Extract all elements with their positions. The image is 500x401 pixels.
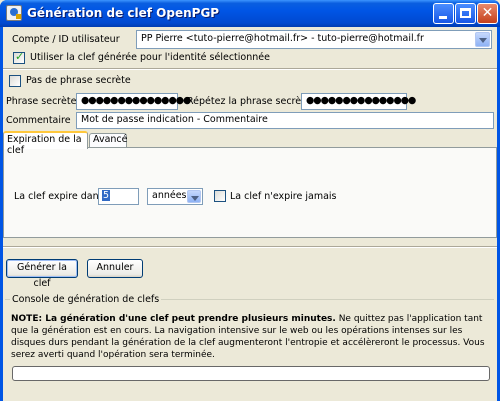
generation-progress-bar: [12, 366, 490, 381]
expiry-unit-select[interactable]: années: [147, 188, 203, 205]
use-key-label: Utiliser la clef générée pour l'identité…: [30, 52, 270, 63]
maximize-icon: [460, 8, 471, 18]
openpgp-app-icon: [6, 5, 22, 21]
repeat-passphrase-label: Répétez la phrase secrète: [187, 96, 311, 107]
console-label: Console de génération de clefs: [10, 294, 162, 305]
no-passphrase-checkbox[interactable]: [9, 75, 21, 87]
repeat-passphrase-input[interactable]: ●●●●●●●●●●●●●●●: [301, 93, 416, 110]
chevron-down-icon[interactable]: [187, 190, 201, 203]
window: Génération de clef OpenPGP ✕ Compte / ID…: [0, 0, 500, 401]
account-select-value: PP Pierre <tuto-pierre@hotmail.fr> - tut…: [141, 33, 424, 44]
minimize-button[interactable]: [433, 3, 454, 24]
passphrase-value: ●●●●●●●●●●●●●●●: [81, 95, 191, 106]
console-note-bold: NOTE: La génération d'une clef peut pren…: [11, 314, 336, 324]
tab-expiration[interactable]: Expiration de la clef: [3, 131, 88, 156]
close-icon: ✕: [481, 5, 494, 21]
expiry-unit-value: années: [152, 190, 187, 201]
cancel-button[interactable]: Annuler: [87, 259, 143, 278]
console-group: Console de génération de clefs NOTE: La …: [5, 294, 494, 401]
minimize-icon: [439, 16, 447, 19]
expiry-value: 5: [102, 190, 111, 201]
repeat-passphrase-value: ●●●●●●●●●●●●●●●: [306, 95, 416, 106]
divider: [3, 68, 497, 70]
close-button[interactable]: ✕: [477, 3, 498, 24]
account-label: Compte / ID utilisateur: [12, 34, 120, 45]
passphrase-label: Phrase secrète: [6, 96, 77, 107]
expiry-label: La clef expire dans: [14, 191, 104, 202]
account-select[interactable]: PP Pierre <tuto-pierre@hotmail.fr> - tut…: [136, 30, 492, 49]
dialog-body: Compte / ID utilisateur PP Pierre <tuto-…: [3, 27, 497, 401]
comment-input[interactable]: Mot de passe indication - Commentaire: [76, 112, 494, 129]
chevron-down-icon[interactable]: [475, 32, 490, 47]
expiration-tab-panel: La clef expire dans 5 années La clef n'e…: [3, 147, 497, 238]
use-key-checkbox[interactable]: [13, 50, 25, 64]
title-bar[interactable]: Génération de clef OpenPGP ✕: [0, 0, 500, 27]
divider: [3, 246, 497, 248]
expiry-value-input[interactable]: 5: [98, 188, 139, 205]
tab-advanced[interactable]: Avancé: [89, 133, 127, 147]
never-expire-label: La clef n'expire jamais: [230, 191, 337, 202]
no-passphrase-label: Pas de phrase secrète: [26, 75, 131, 86]
passphrase-input[interactable]: ●●●●●●●●●●●●●●●: [76, 93, 191, 110]
comment-value: Mot de passe indication - Commentaire: [81, 114, 268, 125]
never-expire-checkbox[interactable]: [214, 190, 226, 202]
window-title: Génération de clef OpenPGP: [27, 6, 220, 20]
comment-label: Commentaire: [6, 115, 71, 126]
console-note: NOTE: La génération d'une clef peut pren…: [11, 313, 494, 361]
maximize-button[interactable]: [455, 3, 476, 24]
generate-key-button[interactable]: Générer la clef: [6, 259, 78, 289]
